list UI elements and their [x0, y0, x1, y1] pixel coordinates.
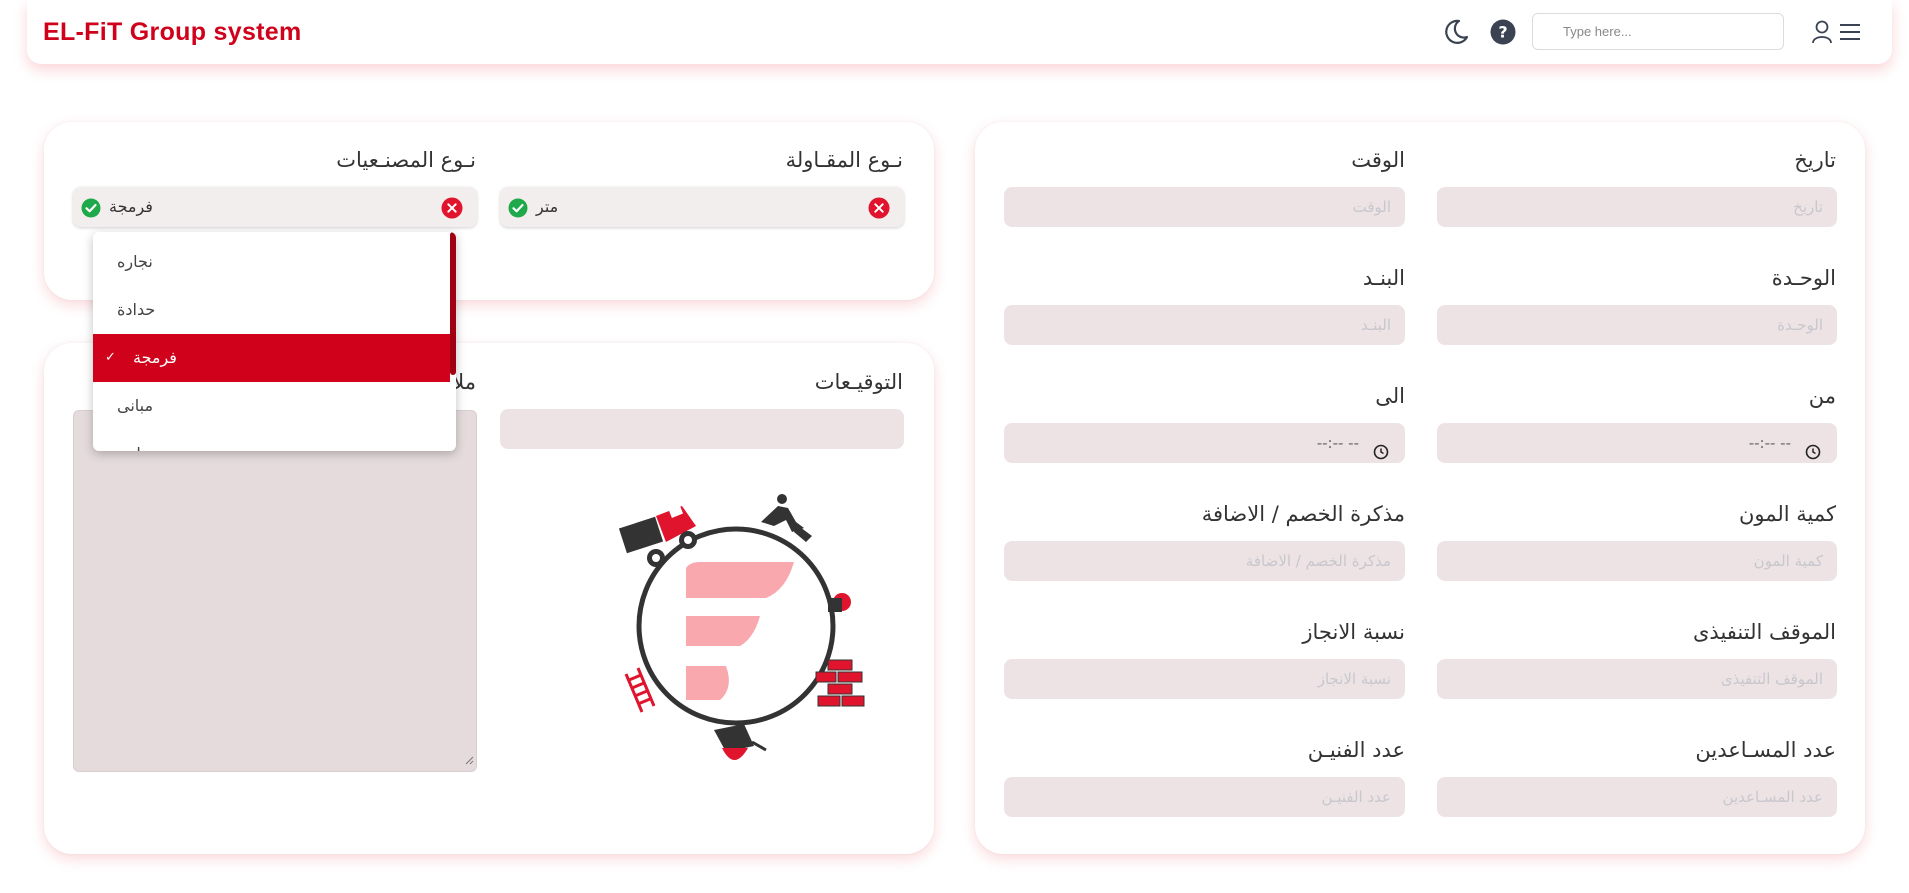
top-navbar: EL-FiT Group system ?: [27, 0, 1892, 64]
dropdown-option[interactable]: نجاره: [93, 238, 450, 286]
to-time-input[interactable]: --:-- --: [1004, 423, 1405, 463]
help-question-icon[interactable]: ?: [1488, 17, 1518, 47]
clock-icon[interactable]: [1373, 435, 1389, 475]
notes-textarea[interactable]: [73, 410, 477, 772]
from-time-input[interactable]: --:-- --: [1437, 423, 1837, 463]
technicians-count-input[interactable]: عدد الفنيـن: [1004, 777, 1405, 817]
dropdown-option-selected[interactable]: ✓ فرمجة: [93, 334, 450, 382]
contract-type-label: نـوع المقـاولة: [785, 148, 903, 172]
brand-title: EL-FiT Group system: [43, 18, 302, 46]
completion-rate-input[interactable]: نسبة الانجاز: [1004, 659, 1405, 699]
item-input[interactable]: البنـد: [1004, 305, 1405, 345]
time-label: الوقت: [1351, 148, 1405, 172]
checkmark-icon: ✓: [105, 350, 116, 365]
cement-mixer-icon: [714, 724, 767, 760]
date-label: تاريخ: [1794, 148, 1836, 172]
unit-label: الوحـدة: [1771, 266, 1836, 290]
clear-selection-icon[interactable]: [868, 197, 890, 223]
deduction-note-input[interactable]: مذكرة الخصم / الاضافة: [1004, 541, 1405, 581]
hamburger-menu-icon[interactable]: [1835, 17, 1865, 47]
works-type-label: نـوع المصنـعيات: [336, 148, 476, 172]
unit-input[interactable]: الوحـدة: [1437, 305, 1837, 345]
el-fit-logo-illustration: [616, 490, 876, 770]
helpers-count-input[interactable]: عدد المسـاعدين: [1437, 777, 1837, 817]
contract-type-value: متر: [536, 197, 559, 216]
deduction-note-label: مذكرة الخصم / الاضافة: [1201, 502, 1405, 526]
to-time-value: --:-- --: [1316, 434, 1359, 452]
execution-status-input[interactable]: الموقف التنفيذى: [1437, 659, 1837, 699]
item-label: البنـد: [1362, 266, 1405, 290]
from-time-value: --:-- --: [1748, 434, 1791, 452]
search-input[interactable]: [1532, 13, 1784, 50]
to-time-label: الى: [1375, 384, 1405, 408]
from-time-label: من: [1808, 384, 1836, 408]
contract-type-select[interactable]: متر: [500, 187, 904, 227]
technicians-count-label: عدد الفنيـن: [1307, 738, 1405, 762]
dropdown-option[interactable]: مبانى: [93, 382, 450, 430]
dropdown-option[interactable]: حدادة: [93, 286, 450, 334]
resize-grip-icon[interactable]: [465, 750, 474, 769]
dropdown-scrollbar[interactable]: [450, 232, 456, 375]
clock-icon[interactable]: [1805, 435, 1821, 475]
check-circle-icon: [508, 198, 528, 222]
works-type-select[interactable]: فرمجة: [73, 187, 477, 227]
time-input[interactable]: الوقت: [1004, 187, 1405, 227]
execution-status-label: الموقف التنفيذى: [1692, 620, 1836, 644]
works-type-value: فرمجة: [109, 197, 153, 216]
works-type-dropdown-menu: نجاره حدادة ✓ فرمجة مبانى بياض: [93, 232, 456, 451]
clear-selection-icon[interactable]: [441, 197, 463, 223]
dropdown-option-label: فرمجة: [133, 348, 177, 367]
signatures-label: التوقيـعات: [814, 370, 903, 394]
completion-rate-label: نسبة الانجاز: [1302, 620, 1405, 644]
helpers-count-label: عدد المسـاعدين: [1695, 738, 1836, 762]
svg-text:?: ?: [1498, 23, 1507, 42]
date-input[interactable]: تاريخ: [1437, 187, 1837, 227]
mortar-quantity-label: كمية المون: [1738, 502, 1836, 526]
dropdown-option[interactable]: بياض: [93, 430, 450, 451]
dark-mode-moon-icon[interactable]: [1441, 17, 1471, 47]
mortar-quantity-input[interactable]: كمية المون: [1437, 541, 1837, 581]
builder-helmet-icon: [828, 593, 851, 612]
check-circle-icon: [81, 198, 101, 222]
user-profile-icon[interactable]: [1807, 17, 1837, 47]
signatures-input[interactable]: [500, 409, 904, 449]
